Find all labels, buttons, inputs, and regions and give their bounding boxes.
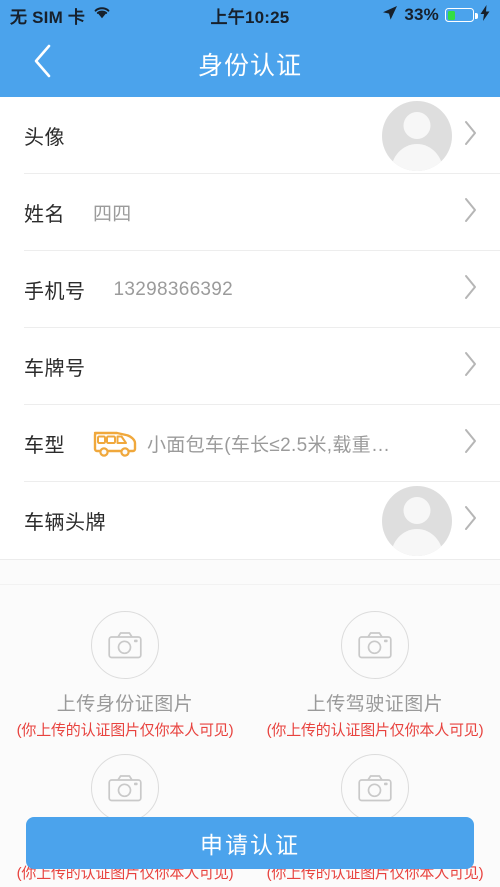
chevron-right-icon xyxy=(464,505,478,536)
carrier-label: 无 SIM 卡 xyxy=(10,7,86,27)
row-accessory xyxy=(464,197,478,228)
location-arrow-icon xyxy=(382,5,398,26)
apply-verification-button[interactable]: 申请认证 xyxy=(26,817,474,869)
wifi-icon xyxy=(92,5,112,25)
camera-icon xyxy=(91,754,159,822)
row-label: 车辆头牌 xyxy=(24,512,106,534)
identity-verification-screen: 无 SIM 卡 上午10:25 33% 身份认证 头像 姓名 四四 手机号 13… xyxy=(0,0,500,887)
row-vehicle-photo[interactable]: 车辆头牌 xyxy=(0,482,500,559)
lightning-bolt-icon xyxy=(480,4,490,26)
status-bar: 无 SIM 卡 上午10:25 33% xyxy=(0,0,500,30)
avatar[interactable] xyxy=(382,100,452,171)
row-accessory xyxy=(464,428,478,459)
avatar[interactable] xyxy=(382,485,452,556)
upload-driver-license[interactable]: 上传驾驶证图片 (你上传的认证图片仅你本人可见) xyxy=(250,611,500,754)
chevron-right-icon xyxy=(464,197,478,228)
battery-icon xyxy=(445,8,478,22)
camera-icon xyxy=(91,611,159,679)
row-avatar[interactable]: 头像 xyxy=(0,97,500,174)
chevron-left-icon xyxy=(32,44,54,83)
row-accessory xyxy=(382,485,478,556)
upload-row-1: 上传身份证图片 (你上传的认证图片仅你本人可见) 上传驾驶证图片 (你上传的认证… xyxy=(0,611,500,754)
row-accessory xyxy=(464,351,478,382)
row-value: 四四 xyxy=(93,204,132,225)
battery-percent-label: 33% xyxy=(404,5,439,24)
row-plate[interactable]: 车牌号 xyxy=(0,328,500,405)
row-label: 车牌号 xyxy=(24,358,86,380)
clock-label: 上午10:25 xyxy=(210,7,290,27)
nav-bar: 身份认证 xyxy=(0,30,500,97)
camera-icon xyxy=(341,754,409,822)
upload-id-card[interactable]: 上传身份证图片 (你上传的认证图片仅你本人可见) xyxy=(0,611,250,754)
submit-bar: 申请认证 xyxy=(0,817,500,869)
upload-note: (你上传的认证图片仅你本人可见) xyxy=(266,722,484,739)
chevron-right-icon xyxy=(464,428,478,459)
row-label: 手机号 xyxy=(24,281,86,303)
profile-form-list: 头像 姓名 四四 手机号 13298366392 车牌号 车型 小面包车(车长≤… xyxy=(0,97,500,559)
back-button[interactable] xyxy=(26,44,60,83)
row-phone[interactable]: 手机号 13298366392 xyxy=(0,251,500,328)
chevron-right-icon xyxy=(464,274,478,305)
status-bar-left: 无 SIM 卡 xyxy=(10,3,112,28)
upload-label: 上传身份证图片 xyxy=(56,694,194,715)
row-label: 车型 xyxy=(24,435,65,457)
row-label: 头像 xyxy=(24,127,65,149)
row-accessory xyxy=(382,100,478,171)
row-vehicle-type[interactable]: 车型 小面包车(车长≤2.5米,载重… xyxy=(0,405,500,482)
row-accessory xyxy=(464,274,478,305)
row-label: 姓名 xyxy=(24,204,65,226)
van-icon xyxy=(91,424,139,463)
chevron-right-icon xyxy=(464,120,478,151)
upload-label: 上传驾驶证图片 xyxy=(306,694,444,715)
upload-note: (你上传的认证图片仅你本人可见) xyxy=(16,722,234,739)
row-value: 13298366392 xyxy=(113,278,234,300)
row-value: 小面包车(车长≤2.5米,载重… xyxy=(147,435,391,456)
page-title: 身份认证 xyxy=(197,51,302,80)
chevron-right-icon xyxy=(464,351,478,382)
camera-icon xyxy=(341,611,409,679)
status-bar-right: 33% xyxy=(382,4,490,26)
section-divider xyxy=(0,559,500,585)
row-name[interactable]: 姓名 四四 xyxy=(0,174,500,251)
